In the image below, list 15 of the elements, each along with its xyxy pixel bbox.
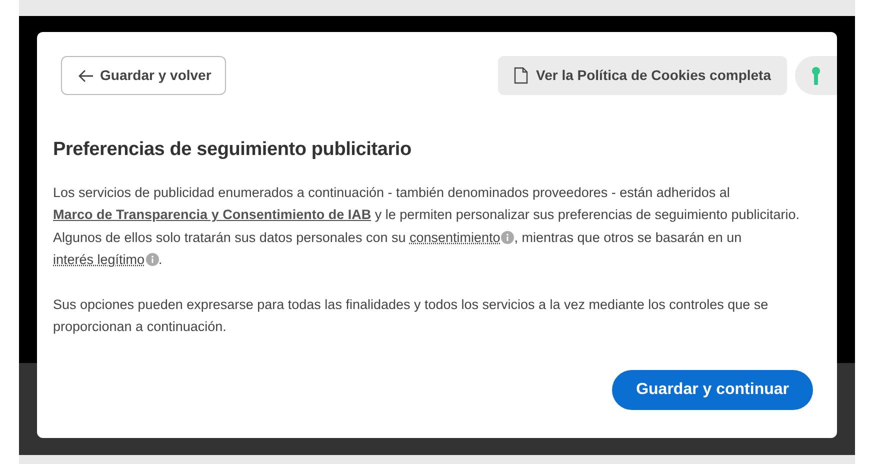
glossary-term[interactable]: interés legítimo (53, 252, 145, 268)
keyhole-icon (811, 66, 821, 86)
icon-button[interactable] (795, 56, 837, 95)
save-continue-button[interactable]: Guardar y continuar (612, 370, 813, 410)
dialog-title: Preferencias de seguimiento publicitario (53, 139, 412, 162)
arrow-left-icon (78, 68, 94, 82)
back-button[interactable]: Guardar y volver (61, 56, 226, 95)
info-icon[interactable] (146, 253, 159, 266)
framework-link[interactable]: Marco de Transparencia y Consentimiento de IAB (53, 207, 372, 222)
paragraph: Los servicios de publicidad enumerados a continuación - también denominados proveedores - están adheridos al Marco de Transparencia y Consentimiento de IAB y le permiten personalizar sus preferencias de seguimiento publicitario. Algunos de ellos solo tratarán sus datos personales con su consentimiento , mientras que otros se basarán en un interés legítimo . (53, 184, 801, 270)
paragraph: Sus opciones pueden expresarse para todas las finalidades y todos los servicios a la vez mediante los controles que se proporcionan a continuación. (53, 296, 770, 336)
cookie-policy-button[interactable]: Ver la Política de Cookies completa (498, 56, 787, 95)
glossary-term[interactable]: consentimiento (409, 230, 500, 245)
document-icon (514, 67, 528, 84)
info-icon[interactable] (501, 230, 514, 244)
